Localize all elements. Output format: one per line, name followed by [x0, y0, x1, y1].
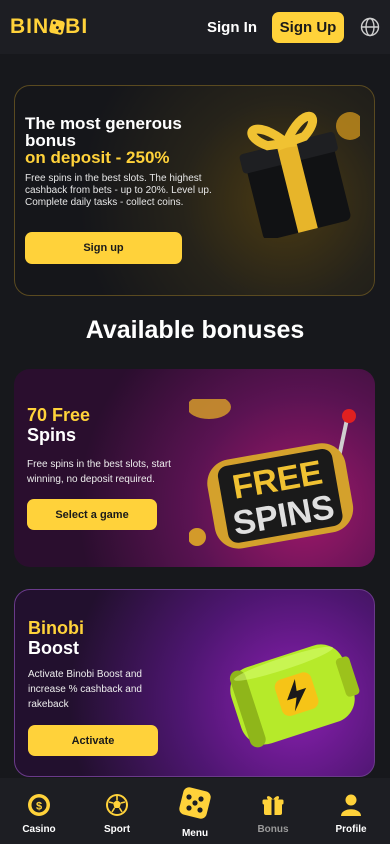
activate-button[interactable]: Activate — [28, 725, 158, 756]
nav-profile-label: Profile — [335, 824, 367, 835]
sign-in-link[interactable]: Sign In — [207, 19, 257, 36]
binobi-boost-card: Binobi Boost Activate Binobi Boost and i… — [14, 589, 375, 777]
free-spins-card: FREE SPINS 70 Free Spins Free spins in t… — [14, 369, 375, 567]
nav-bonus-label: Bonus — [257, 824, 289, 835]
binobi-boost-title: Binobi Boost — [28, 618, 84, 658]
free-spins-slot-icon: FREE SPINS — [189, 399, 356, 549]
nav-bonus[interactable]: Bonus — [234, 778, 312, 844]
user-icon — [341, 794, 361, 816]
nav-sport-label: Sport — [103, 824, 131, 835]
top-header: BIN BI Sign In Sign Up — [0, 0, 390, 54]
nav-casino[interactable]: $ Casino — [0, 778, 78, 844]
nav-menu[interactable]: Menu — [156, 778, 234, 844]
globe-icon[interactable] — [360, 17, 380, 37]
binobi-boost-description: Activate Binobi Boost and increase % cas… — [28, 669, 142, 710]
sign-up-button[interactable]: Sign Up — [272, 11, 344, 43]
binobi-logo[interactable]: BIN BI — [10, 15, 88, 39]
battery-boost-icon — [229, 644, 360, 748]
logo-dice-icon — [48, 18, 66, 36]
soccer-ball-icon — [106, 794, 128, 816]
available-bonuses-heading: Available bonuses — [85, 316, 305, 344]
free-spins-title: 70 Free Spins — [27, 405, 91, 445]
nav-profile[interactable]: Profile — [312, 778, 390, 844]
gift-icon — [262, 796, 284, 815]
nav-casino-label: Casino — [22, 824, 56, 835]
nav-sport[interactable]: Sport — [78, 778, 156, 844]
casino-chip-icon: $ — [28, 794, 50, 816]
nav-menu-label: Menu — [181, 828, 209, 839]
free-spins-description: Free spins in the best slots, start winn… — [27, 459, 171, 485]
hero-sign-up-button[interactable]: Sign up — [25, 232, 182, 264]
hero-description: Free spins in the best slots. The highes… — [25, 173, 212, 208]
dice-icon — [179, 787, 211, 819]
hero-banner: The most generous bonus on deposit - 250… — [14, 85, 375, 296]
hero-title: The most generous bonus on deposit - 250… — [25, 114, 182, 167]
svg-text:$: $ — [36, 801, 42, 813]
select-game-button[interactable]: Select a game — [27, 499, 157, 530]
gift-box-icon — [239, 111, 360, 238]
bottom-navigation: $ Casino Sport Menu Bonus Profile — [0, 778, 390, 844]
